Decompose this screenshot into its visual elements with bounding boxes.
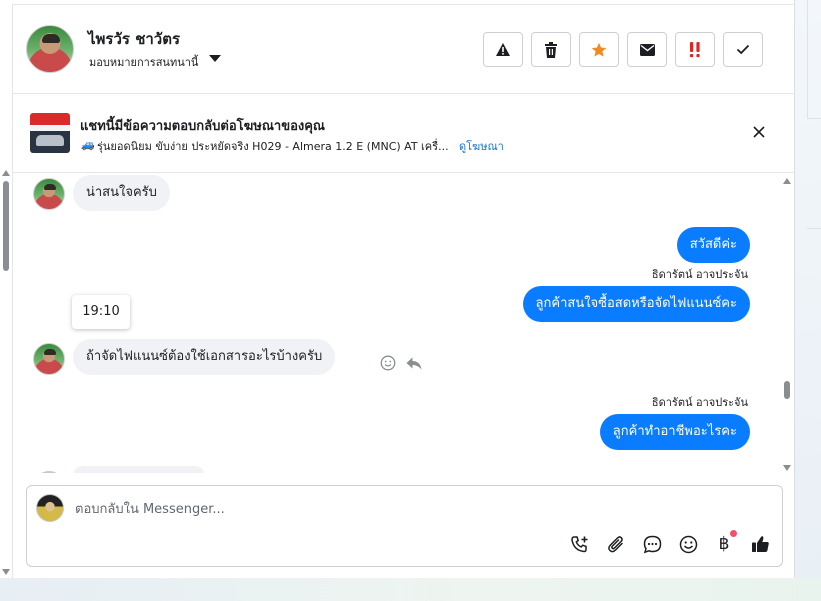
message-outgoing[interactable]: สวัสดีค่ะ: [676, 227, 750, 263]
message-outgoing[interactable]: ลูกค้าสนใจซื้อสดหรือจัดไฟแนนซ์คะ: [522, 286, 750, 322]
conversation-header: ไพรวัร ชาวัตร มอบหมายการสนทนานี้: [13, 5, 795, 94]
delete-button[interactable]: [531, 32, 571, 67]
ad-reply-banner: แชทนี้มีข้อความตอบกลับต่อโฆษณาของคุณ 🚙 ร…: [13, 95, 795, 173]
trash-icon: [545, 41, 557, 58]
contact-avatar[interactable]: [26, 25, 74, 73]
spam-button[interactable]: [483, 32, 523, 67]
star-button[interactable]: [579, 32, 619, 67]
close-icon[interactable]: [749, 122, 769, 142]
caret-down-icon[interactable]: [209, 55, 221, 62]
thumbs-up-icon[interactable]: [749, 533, 771, 555]
reply-composer: ฿: [26, 485, 783, 567]
star-icon: [591, 42, 607, 57]
warning-icon: [496, 43, 510, 56]
message-sender-name: ธิดารัตน์ อาจประจัน: [651, 396, 748, 409]
email-button[interactable]: [627, 32, 667, 67]
message-incoming[interactable]: น่าสนใจครับ: [73, 175, 170, 211]
message-incoming[interactable]: ถ้าจัดไฟแนนซ์ต้องใช้เอกสารอะไรบ้างครับ: [73, 339, 336, 375]
ad-banner-title: แชทนี้มีข้อความตอบกลับต่อโฆษณาของคุณ: [80, 119, 325, 134]
emoji-icon[interactable]: [677, 533, 699, 555]
reply-input[interactable]: [75, 498, 675, 520]
assign-conversation-label[interactable]: มอบหมายการสนทนานี้: [89, 53, 198, 71]
contact-avatar-small: [33, 343, 65, 375]
background-strip-right: [795, 0, 821, 601]
notification-dot: [730, 530, 737, 537]
message-outgoing[interactable]: ลูกค้าทำอาชีพอะไรคะ: [599, 414, 750, 450]
my-avatar: [36, 494, 64, 522]
message-list: น่าสนใจครับ สวัสดีค่ะ ธิดารัตน์ อาจประจั…: [13, 174, 781, 473]
react-emoji-icon[interactable]: [379, 354, 397, 372]
contact-avatar-small: [33, 178, 65, 210]
contact-avatar-small: [33, 471, 65, 473]
paperclip-icon[interactable]: [605, 533, 627, 555]
check-icon: [736, 44, 750, 55]
contact-name[interactable]: ไพรวัร ชาวัตร: [88, 27, 180, 51]
timestamp-tooltip: 19:10: [72, 295, 130, 329]
message-list-scrollbar[interactable]: [781, 175, 793, 473]
urgent-button[interactable]: [675, 32, 715, 67]
chat-bubble-icon[interactable]: [641, 533, 663, 555]
done-button[interactable]: [723, 32, 763, 67]
ad-subtitle: รุ่นยอดนิยม ขับง่าย ประหยัดจริง H029 - A…: [97, 140, 449, 153]
view-ad-link[interactable]: ดูโฆษณา: [459, 137, 504, 155]
message-sender-name: ธิดารัตน์ อาจประจัน: [651, 268, 748, 281]
double-exclamation-icon: [690, 41, 700, 57]
ad-thumbnail[interactable]: [30, 113, 70, 153]
page-scrollbar[interactable]: [0, 170, 12, 578]
car-icon: 🚙: [81, 138, 95, 151]
phone-add-icon[interactable]: [568, 533, 590, 555]
reply-icon[interactable]: [405, 354, 423, 372]
message-incoming-partial: [73, 466, 205, 473]
conversation-panel: ไพรวัร ชาวัตร มอบหมายการสนทนานี้ แชทนี้ม…: [0, 0, 795, 578]
envelope-icon: [639, 43, 655, 56]
background-strip-bottom: [0, 578, 821, 601]
